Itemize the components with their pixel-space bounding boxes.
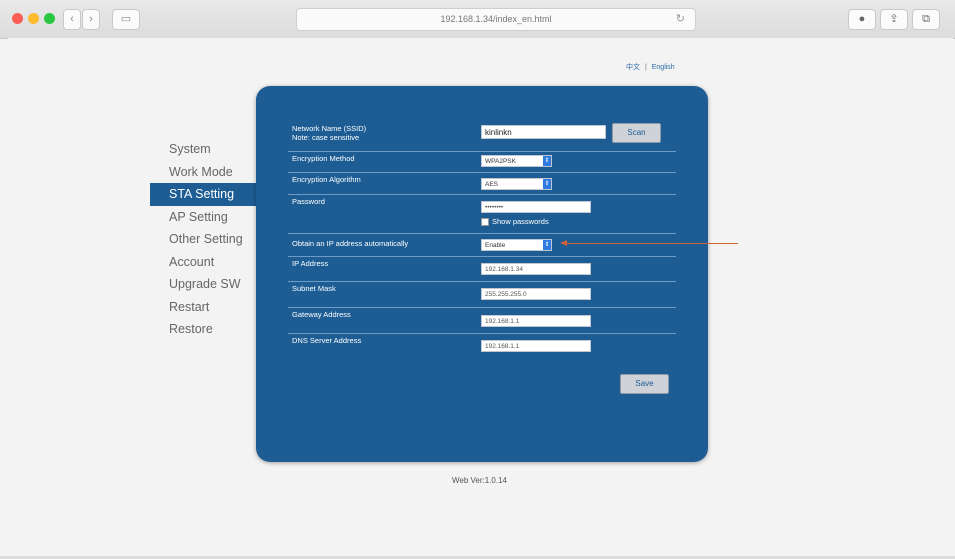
encryption-method-row: Encryption Method WPA2PSK ⇕	[288, 152, 676, 173]
ip-address-row: IP Address 192.168.1.34	[288, 257, 676, 282]
sidebar-icon[interactable]: ▭	[112, 9, 140, 30]
password-row: Password •••••••• Show passwords	[288, 195, 676, 234]
ssid-row: Network Name (SSID) Note: case sensitive…	[288, 122, 676, 152]
ip-address-label: IP Address	[292, 259, 329, 268]
lang-chinese-link[interactable]: 中文	[626, 64, 640, 71]
scan-button[interactable]: Scan	[612, 123, 661, 143]
zoom-window-icon[interactable]	[44, 13, 55, 24]
ssid-label: Network Name (SSID) Note: case sensitive	[292, 124, 367, 142]
sidebar-item-other-setting[interactable]: Other Setting	[150, 228, 258, 251]
extension-icon[interactable]: ●	[848, 9, 876, 30]
annotation-arrow-head-icon	[560, 240, 567, 246]
save-button[interactable]: Save	[620, 374, 669, 394]
sidebar-item-system[interactable]: System	[150, 138, 258, 161]
sidebar-item-sta-setting[interactable]: STA Setting	[150, 183, 258, 206]
minimize-window-icon[interactable]	[28, 13, 39, 24]
subnet-mask-row: Subnet Mask 255.255.255.0	[288, 282, 676, 308]
password-label: Password	[292, 197, 325, 206]
url-text: 192.168.1.34/index_en.html	[440, 14, 552, 24]
close-window-icon[interactable]	[12, 13, 23, 24]
web-version: Web Ver:1.0.14	[452, 476, 507, 485]
subnet-mask-label: Subnet Mask	[292, 284, 336, 293]
dhcp-label: Obtain an IP address automatically	[292, 239, 409, 248]
dhcp-row: Obtain an IP address automatically Enabl…	[288, 234, 676, 257]
dns-label: DNS Server Address	[292, 336, 362, 345]
sidebar-item-upgrade-sw[interactable]: Upgrade SW	[150, 273, 258, 296]
sidebar-nav: System Work Mode STA Setting AP Setting …	[150, 138, 258, 341]
chevron-left-icon[interactable]: ‹	[63, 9, 81, 30]
lang-english-link[interactable]: English	[652, 64, 675, 71]
gateway-label: Gateway Address	[292, 310, 351, 319]
ssid-input[interactable]: kinlinkn	[481, 125, 606, 139]
chevron-right-icon[interactable]: ›	[82, 9, 100, 30]
select-arrow-icon: ⇕	[543, 240, 551, 250]
dhcp-select[interactable]: Enable ⇕	[481, 239, 552, 251]
encryption-method-label: Encryption Method	[292, 154, 355, 163]
sidebar-item-ap-setting[interactable]: AP Setting	[150, 206, 258, 229]
sta-settings-panel: Network Name (SSID) Note: case sensitive…	[256, 86, 708, 462]
show-passwords-checkbox[interactable]	[481, 218, 489, 226]
encryption-algorithm-row: Encryption Algorithm AES ⇕	[288, 173, 676, 195]
subnet-mask-input[interactable]: 255.255.255.0	[481, 288, 591, 300]
select-arrow-icon: ⇕	[543, 156, 551, 166]
gateway-row: Gateway Address 192.168.1.1	[288, 308, 676, 334]
reload-icon[interactable]: ↻	[676, 9, 685, 30]
share-icon[interactable]: ⇪	[880, 9, 908, 30]
dns-input[interactable]: 192.168.1.1	[481, 340, 591, 352]
select-arrow-icon: ⇕	[543, 179, 551, 189]
lang-separator: |	[644, 64, 647, 71]
sidebar-item-account[interactable]: Account	[150, 251, 258, 274]
address-bar[interactable]: 192.168.1.34/index_en.html ↻	[296, 8, 696, 31]
annotation-arrow-line	[566, 243, 738, 244]
sidebar-item-restart[interactable]: Restart	[150, 296, 258, 319]
encryption-method-select[interactable]: WPA2PSK ⇕	[481, 155, 552, 167]
dns-row: DNS Server Address 192.168.1.1	[288, 334, 676, 358]
sidebar-item-work-mode[interactable]: Work Mode	[150, 161, 258, 184]
gateway-input[interactable]: 192.168.1.1	[481, 315, 591, 327]
password-input[interactable]: ••••••••	[481, 201, 591, 213]
show-passwords-label: Show passwords	[492, 217, 549, 226]
sidebar-item-restore[interactable]: Restore	[150, 318, 258, 341]
encryption-algorithm-select[interactable]: AES ⇕	[481, 178, 552, 190]
language-switch: 中文 | English	[626, 62, 675, 72]
encryption-algorithm-label: Encryption Algorithm	[292, 175, 361, 184]
ip-address-input[interactable]: 192.168.1.34	[481, 263, 591, 275]
tabs-icon[interactable]: ⧉	[912, 9, 940, 30]
browser-toolbar: ‹ › ▭ 192.168.1.34/index_en.html ↻ ● ⇪ ⧉	[0, 0, 955, 39]
